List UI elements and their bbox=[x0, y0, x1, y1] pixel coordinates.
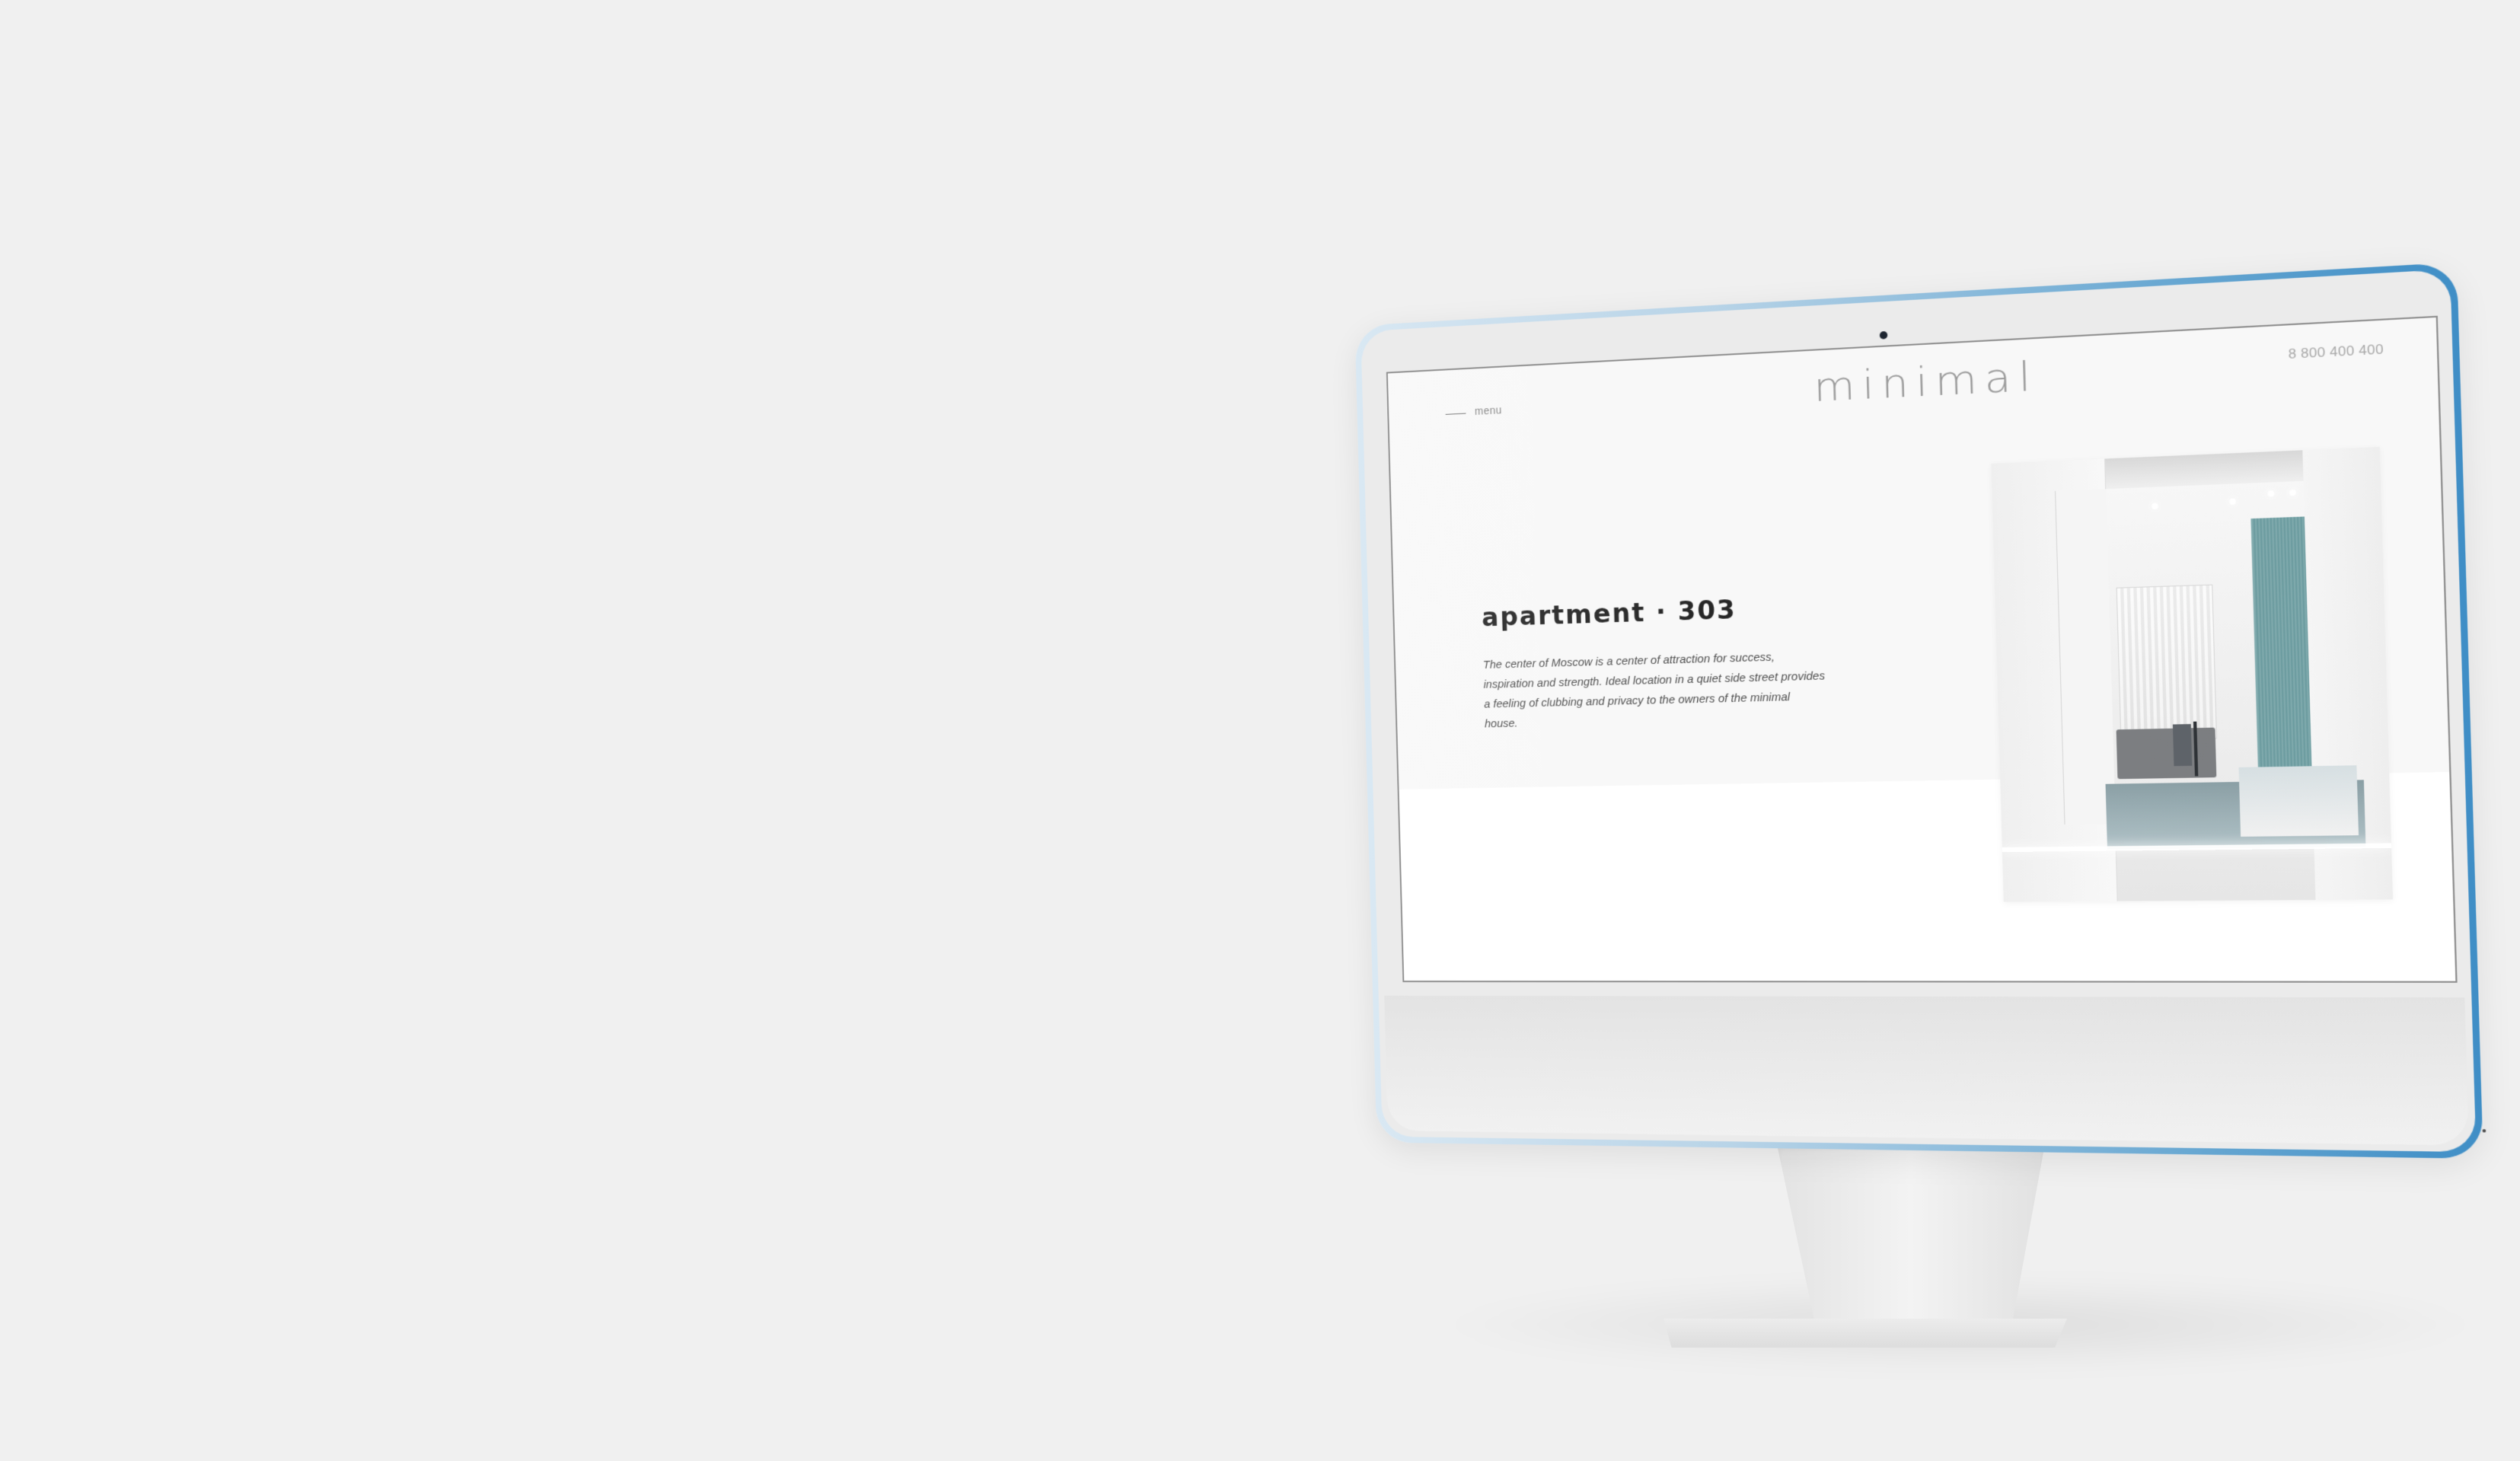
monitor-stand-base bbox=[1664, 1319, 2067, 1348]
monitor-stand-neck bbox=[1778, 1148, 2044, 1323]
site-logo[interactable]: minimal bbox=[1813, 353, 2039, 412]
curtain-shape bbox=[2116, 585, 2216, 740]
hero-description: The center of Moscow is a center of attr… bbox=[1482, 650, 1826, 731]
downlight-icon bbox=[2152, 502, 2158, 510]
counter-shape bbox=[2238, 765, 2359, 837]
monitor-face: menu minimal 8 800 400 400 apartment · 3… bbox=[1360, 269, 2487, 1153]
site-header: menu minimal 8 800 400 400 bbox=[1388, 317, 2439, 445]
menu-line-icon[interactable] bbox=[1445, 413, 1466, 415]
window-shape bbox=[2116, 584, 2218, 741]
sofa-shape bbox=[2116, 727, 2217, 780]
desktop-monitor: menu minimal 8 800 400 400 apartment · 3… bbox=[1354, 262, 2487, 1165]
monitor-chin bbox=[1384, 995, 2470, 1146]
hero-title: apartment · 303 bbox=[1481, 594, 1737, 633]
power-dot-icon bbox=[2482, 1129, 2487, 1133]
downlight-icon bbox=[2267, 490, 2275, 497]
phone-number-link[interactable]: 8 800 400 400 bbox=[2288, 342, 2384, 363]
chair-shape bbox=[2172, 723, 2193, 767]
downlight-icon bbox=[2229, 498, 2237, 506]
menu-link[interactable]: menu bbox=[1475, 404, 1502, 417]
website-screen: menu minimal 8 800 400 400 apartment · 3… bbox=[1386, 315, 2458, 983]
camera-icon bbox=[1879, 330, 1888, 340]
teal-wall-column bbox=[2250, 516, 2313, 773]
downlight-icon bbox=[2289, 489, 2297, 496]
mockup-scene: menu minimal 8 800 400 400 apartment · 3… bbox=[0, 0, 2520, 1461]
monitor-body: menu minimal 8 800 400 400 apartment · 3… bbox=[1354, 262, 2487, 1160]
door-panel-shape bbox=[2055, 489, 2116, 825]
apartment-image bbox=[1991, 446, 2394, 902]
